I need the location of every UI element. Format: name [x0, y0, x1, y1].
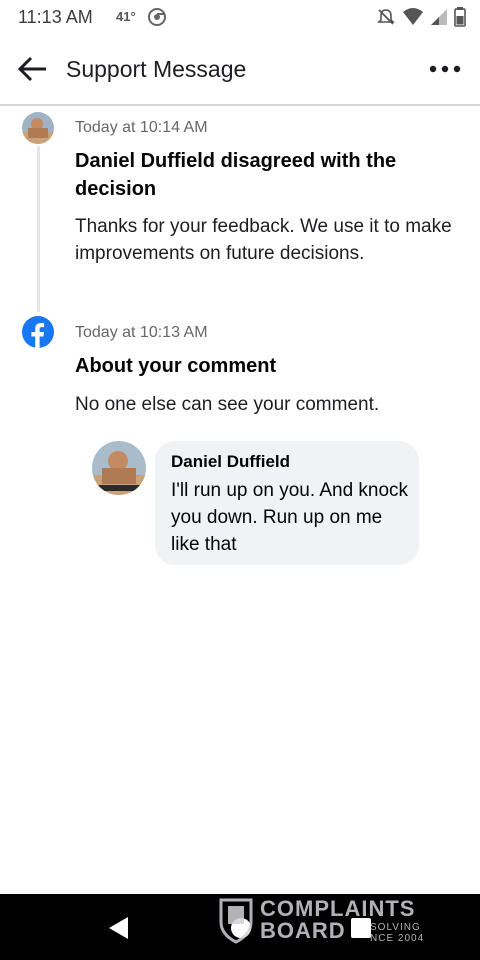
signal-icon	[431, 9, 447, 25]
watermark-tagline: SOLVING NCE 2004	[370, 922, 424, 944]
avatar	[22, 112, 54, 144]
timeline-connector	[37, 146, 40, 312]
more-horizontal-icon[interactable]	[428, 56, 462, 82]
status-time: 11:13 AM	[18, 7, 93, 27]
entry-body: No one else can see your comment.	[75, 394, 380, 415]
complaints-board-watermark: COMPLAINTS BOARD SOLVING NCE 2004	[218, 896, 438, 944]
arrow-left-icon[interactable]	[16, 54, 50, 84]
entry-timestamp: Today at 10:13 AM	[75, 324, 208, 341]
status-temperature: 41°	[116, 9, 136, 24]
shield-logo-icon	[219, 898, 253, 944]
comment-avatar[interactable]	[92, 441, 146, 495]
chrome-icon	[148, 8, 166, 26]
nav-back-icon[interactable]	[108, 916, 130, 940]
comment-author[interactable]: Daniel Duffield	[171, 452, 290, 472]
entry-body: Thanks for your feedback. We use it to m…	[75, 216, 452, 264]
watermark-line2: BOARD	[260, 918, 346, 943]
battery-icon	[454, 7, 466, 27]
entry-timestamp: Today at 10:14 AM	[75, 119, 208, 136]
entry-title: Daniel Duffield disagreed with the decis…	[75, 150, 397, 200]
notifications-off-icon	[377, 9, 395, 25]
comment-bubble: Daniel Duffield I'll run up on you. And …	[155, 441, 419, 565]
facebook-logo-icon	[22, 316, 54, 348]
status-bar: 11:13 AM 41°	[0, 0, 480, 34]
page-title: Support Message	[66, 56, 247, 82]
entry-title: About your comment	[75, 355, 277, 377]
app-bar: Support Message	[0, 34, 480, 106]
watermark-tagline-2: NCE 2004	[370, 933, 425, 944]
wifi-icon	[403, 8, 423, 25]
status-icons	[376, 7, 466, 27]
watermark-tagline-1: SOLVING	[370, 922, 421, 933]
comment-text: I'll run up on you. And knock you down. …	[171, 480, 409, 555]
